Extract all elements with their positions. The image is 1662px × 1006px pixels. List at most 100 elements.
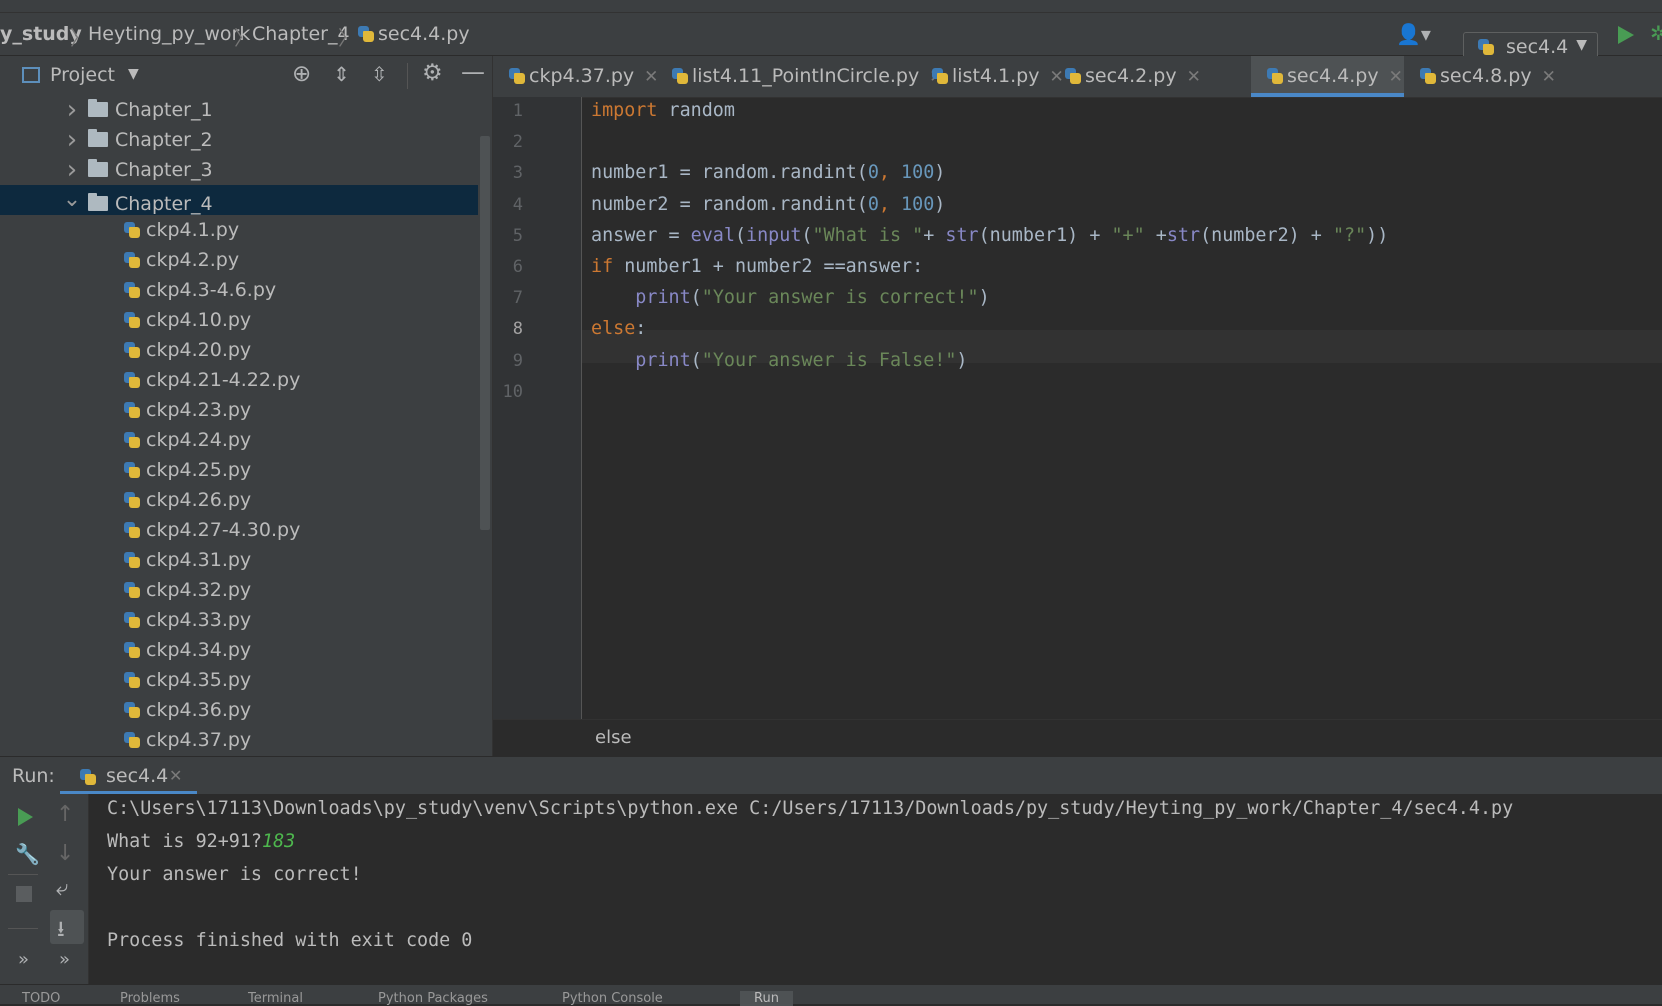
tree-item-label: ckp4.21-4.22.py	[146, 369, 301, 391]
chevron-right-icon[interactable]: ›	[62, 155, 82, 185]
tree-file[interactable]: ckp4.27-4.30.py	[124, 515, 300, 545]
line-number: 10	[502, 381, 523, 402]
tree-file[interactable]: ckp4.37.py	[124, 725, 251, 755]
editor-tab[interactable]: list4.1.py ✕	[916, 56, 1064, 97]
tree-folder[interactable]: › Chapter_1	[0, 95, 478, 125]
editor-tab[interactable]: sec4.2.py ✕	[1049, 56, 1201, 97]
python-file-icon	[124, 402, 140, 418]
more-actions-icon[interactable]: »	[59, 949, 70, 970]
tree-file[interactable]: ckp4.33.py	[124, 605, 251, 635]
close-icon[interactable]: ✕	[1389, 67, 1403, 87]
locate-file-icon[interactable]: ⊕	[292, 61, 311, 87]
tree-file[interactable]: ckp4.36.py	[124, 695, 251, 725]
code-structure-breadcrumb[interactable]: else	[595, 727, 632, 748]
tree-file[interactable]: ckp4.21-4.22.py	[124, 365, 300, 395]
tool-window-bar: TODO Problems Terminal Python Packages P…	[0, 984, 1662, 1006]
tree-file[interactable]: ckp4.24.py	[124, 425, 251, 455]
toolbar-divider	[8, 928, 38, 929]
tree-folder[interactable]: ⌄ Chapter_4	[0, 185, 478, 215]
breadcrumb-separator: 〉	[338, 26, 358, 50]
breadcrumb-folder[interactable]: Heyting_py_work	[88, 23, 250, 45]
close-icon[interactable]: ✕	[169, 766, 182, 785]
breadcrumb-file[interactable]: sec4.4.py	[358, 23, 470, 45]
breadcrumb-separator: 〉	[70, 26, 90, 50]
python-file-icon	[124, 522, 140, 538]
tree-folder[interactable]: › Chapter_3	[0, 155, 478, 185]
python-file-icon	[124, 642, 140, 658]
tree-item-label: ckp4.33.py	[146, 609, 252, 631]
python-file-icon	[124, 252, 140, 268]
project-scrollbar[interactable]	[480, 136, 490, 530]
code-line: print("Your answer is correct!")	[635, 287, 990, 309]
code-line: import random	[591, 100, 735, 121]
tree-file[interactable]: ckp4.23.py	[124, 395, 251, 425]
run-tool-tab[interactable]: Run	[740, 991, 793, 1006]
editor-tab[interactable]: ckp4.37.py ✕	[493, 56, 658, 97]
tree-file[interactable]: ckp4.20.py	[124, 335, 251, 365]
tree-file[interactable]: ckp4.31.py	[124, 545, 251, 575]
python-file-icon	[124, 282, 140, 298]
breadcrumb-file-label: sec4.4.py	[378, 23, 470, 45]
chevron-down-icon: ▼	[1576, 37, 1587, 53]
wrench-icon[interactable]: 🔧	[15, 842, 40, 866]
run-icon[interactable]	[1615, 24, 1635, 46]
chevron-right-icon[interactable]: ›	[62, 95, 82, 125]
expand-all-icon[interactable]: ⇕	[333, 62, 350, 86]
line-number: 6	[512, 257, 523, 277]
tree-item-label: ckp4.20.py	[146, 339, 252, 361]
tree-folder[interactable]: › Chapter_2	[0, 125, 478, 155]
tree-file[interactable]: ckp4.32.py	[124, 575, 251, 605]
todo-tab[interactable]: TODO	[22, 991, 60, 1006]
tree-file[interactable]: ckp4.10.py	[124, 305, 251, 335]
line-number: 3	[512, 163, 523, 184]
python-packages-tab[interactable]: Python Packages	[378, 991, 488, 1006]
chevron-right-icon[interactable]: ›	[62, 125, 82, 155]
soft-wrap-icon[interactable]: ⤶	[56, 876, 68, 901]
arrow-down-icon[interactable]: ↓	[56, 841, 74, 866]
rerun-icon[interactable]	[15, 806, 35, 828]
run-console[interactable]: C:\Users\17113\Downloads\py_study\venv\S…	[89, 794, 1662, 984]
collapse-all-icon[interactable]: ⇳	[371, 62, 388, 86]
project-panel-header: Project ▼ ⊕ ⇕ ⇳ ⚙ —	[0, 56, 492, 96]
tree-file[interactable]: ckp4.25.py	[124, 455, 251, 485]
tree-file[interactable]: ckp4.34.py	[124, 635, 251, 665]
close-icon[interactable]: ✕	[1187, 67, 1201, 87]
close-icon[interactable]: ✕	[1542, 67, 1556, 87]
editor-tab[interactable]: sec4.8.py ✕	[1404, 56, 1556, 97]
breadcrumb-chapter[interactable]: Chapter_4	[252, 23, 350, 45]
tree-item-label: ckp4.34.py	[146, 639, 252, 661]
tree-file[interactable]: ckp4.26.py	[124, 485, 251, 515]
tree-file[interactable]: ckp4.35.py	[124, 665, 251, 695]
chevron-down-icon[interactable]: ▼	[128, 66, 139, 82]
terminal-tab[interactable]: Terminal	[248, 991, 303, 1006]
python-file-icon	[1420, 68, 1436, 84]
tree-item-label: ckp4.2.py	[146, 249, 240, 271]
gear-icon[interactable]: ⚙	[422, 60, 443, 86]
editor-tab[interactable]: sec4.4.py ✕	[1251, 56, 1404, 97]
python-file-icon	[124, 432, 140, 448]
python-icon	[80, 769, 96, 785]
editor-tab[interactable]: list4.11_PointInCircle.py ✕	[656, 56, 943, 97]
arrow-up-icon[interactable]: ↑	[56, 802, 74, 827]
python-console-tab[interactable]: Python Console	[562, 991, 663, 1006]
tree-file[interactable]: ckp4.3-4.6.py	[124, 275, 276, 305]
problems-tab[interactable]: Problems	[120, 991, 180, 1006]
line-number: 5	[512, 225, 523, 246]
tree-item-label: Chapter_1	[115, 99, 213, 121]
chevron-down-icon[interactable]: ⌄	[62, 185, 82, 215]
tree-item-label: ckp4.3-4.6.py	[146, 279, 277, 301]
tree-item-label: ckp4.1.py	[146, 219, 240, 241]
debug-icon[interactable]: ✲	[1650, 21, 1662, 45]
minimize-icon[interactable]: —	[461, 58, 485, 86]
project-panel-title[interactable]: Project	[50, 64, 115, 86]
python-file-icon	[124, 582, 140, 598]
more-actions-icon[interactable]: »	[18, 949, 29, 970]
tree-file[interactable]: ckp4.1.py	[124, 215, 239, 245]
stop-icon[interactable]	[16, 886, 32, 902]
editor-tab-label: ckp4.37.py	[529, 65, 635, 87]
tree-file[interactable]: ckp4.2.py	[124, 245, 239, 275]
user-account-icon[interactable]: 👤▾	[1396, 22, 1431, 46]
tree-item-label: Chapter_4	[115, 193, 213, 215]
run-tab[interactable]: sec4.4 ✕	[60, 757, 197, 795]
scroll-to-end-button[interactable]	[50, 910, 84, 944]
